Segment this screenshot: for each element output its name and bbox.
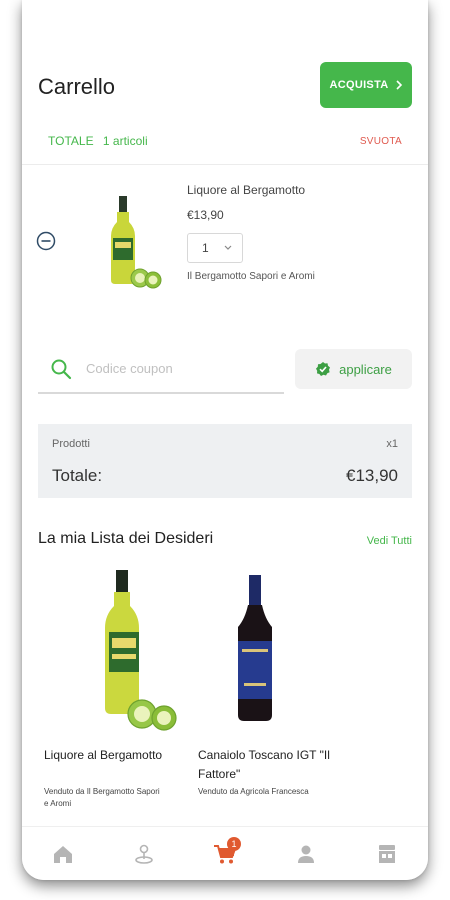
tab-store[interactable] — [367, 837, 407, 871]
products-label: Prodotti — [52, 438, 90, 450]
tab-home[interactable] — [43, 837, 83, 871]
chevron-right-icon — [395, 80, 402, 90]
search-icon — [51, 359, 72, 380]
coupon-input[interactable] — [84, 360, 278, 377]
product-image — [111, 196, 162, 289]
empty-cart-button[interactable]: SVUOTA — [360, 136, 402, 147]
chevron-down-icon — [224, 243, 232, 253]
cart-item-name[interactable]: Liquore al Bergamotto — [187, 183, 305, 197]
buy-button-label: ACQUISTA — [329, 79, 389, 91]
wishlist-product-image[interactable] — [90, 568, 180, 733]
tab-map[interactable] — [124, 837, 164, 871]
home-icon — [53, 846, 72, 863]
bottom-tab-bar: 1 — [22, 826, 428, 880]
total-label: TOTALE — [48, 134, 94, 148]
wishlist-item-name[interactable]: Liquore al Bergamotto — [44, 746, 164, 765]
map-pin-icon — [134, 844, 153, 864]
wishlist-item-name[interactable]: Canaiolo Toscano IGT "Il Fattore" — [198, 746, 348, 784]
cart-badge: 1 — [226, 837, 241, 851]
user-icon — [298, 845, 315, 863]
quantity-select[interactable]: 1 — [187, 233, 243, 263]
wishlist-title: La mia Lista dei Desideri — [38, 530, 214, 547]
store-icon — [379, 845, 396, 863]
quantity-value: 1 — [202, 241, 209, 255]
products-quantity: x1 — [386, 438, 398, 450]
wishlist-item-seller: Venduto da Agricola Francesca — [198, 787, 309, 796]
order-summary: Prodotti x1 Totale: €13,90 — [38, 424, 412, 498]
app-screen: Carrello ACQUISTA TOTALE 1 articoli SVUO… — [22, 0, 428, 880]
apply-coupon-label: applicare — [339, 361, 392, 377]
apply-coupon-button[interactable]: applicare — [295, 349, 412, 389]
cart-item-price: €13,90 — [187, 208, 224, 222]
page-title: Carrello — [38, 74, 116, 99]
buy-button[interactable]: ACQUISTA — [320, 62, 412, 108]
total-title: Totale: — [52, 466, 103, 485]
wishlist-product-image[interactable] — [230, 573, 280, 723]
coupon-field — [38, 350, 284, 394]
tab-cart[interactable]: 1 — [205, 837, 245, 871]
verified-badge-icon — [316, 362, 331, 376]
tab-profile[interactable] — [286, 837, 326, 871]
divider — [22, 164, 428, 165]
wishlist-item-seller: Venduto da Il Bergamotto Sapori e Aromi — [44, 787, 160, 808]
cart-total-row: TOTALE 1 articoli — [48, 134, 148, 148]
cart-item-seller: Il Bergamotto Sapori e Aromi — [187, 271, 315, 282]
see-all-link[interactable]: Vedi Tutti — [367, 535, 412, 547]
remove-item-icon[interactable] — [36, 231, 56, 251]
total-value: €13,90 — [346, 466, 398, 485]
item-count: 1 articoli — [102, 134, 148, 148]
